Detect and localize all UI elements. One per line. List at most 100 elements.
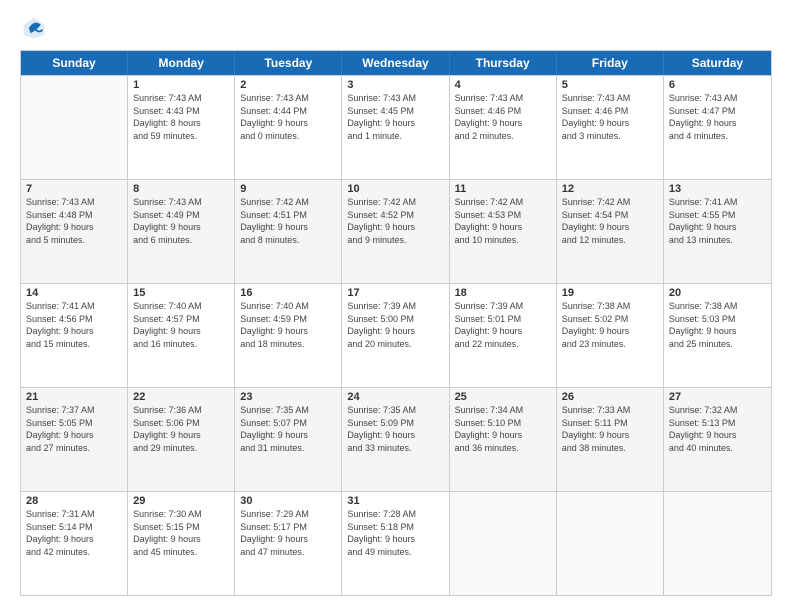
calendar: SundayMondayTuesdayWednesdayThursdayFrid… — [20, 50, 772, 596]
calendar-cell: 5Sunrise: 7:43 AMSunset: 4:46 PMDaylight… — [557, 76, 664, 179]
weekday-header: Friday — [557, 51, 664, 75]
day-info: Sunrise: 7:41 AMSunset: 4:56 PMDaylight:… — [26, 300, 122, 350]
calendar-header: SundayMondayTuesdayWednesdayThursdayFrid… — [21, 51, 771, 75]
day-number: 16 — [240, 287, 336, 299]
day-number: 21 — [26, 391, 122, 403]
calendar-cell: 15Sunrise: 7:40 AMSunset: 4:57 PMDayligh… — [128, 284, 235, 387]
day-info: Sunrise: 7:42 AMSunset: 4:54 PMDaylight:… — [562, 196, 658, 246]
day-number: 23 — [240, 391, 336, 403]
calendar-cell: 3Sunrise: 7:43 AMSunset: 4:45 PMDaylight… — [342, 76, 449, 179]
calendar-cell: 21Sunrise: 7:37 AMSunset: 5:05 PMDayligh… — [21, 388, 128, 491]
day-info: Sunrise: 7:43 AMSunset: 4:46 PMDaylight:… — [562, 92, 658, 142]
day-info: Sunrise: 7:33 AMSunset: 5:11 PMDaylight:… — [562, 404, 658, 454]
day-number: 15 — [133, 287, 229, 299]
day-info: Sunrise: 7:40 AMSunset: 4:57 PMDaylight:… — [133, 300, 229, 350]
day-info: Sunrise: 7:43 AMSunset: 4:45 PMDaylight:… — [347, 92, 443, 142]
calendar-row: 14Sunrise: 7:41 AMSunset: 4:56 PMDayligh… — [21, 283, 771, 387]
calendar-cell: 13Sunrise: 7:41 AMSunset: 4:55 PMDayligh… — [664, 180, 771, 283]
calendar-row: 28Sunrise: 7:31 AMSunset: 5:14 PMDayligh… — [21, 491, 771, 595]
calendar-row: 7Sunrise: 7:43 AMSunset: 4:48 PMDaylight… — [21, 179, 771, 283]
day-number: 24 — [347, 391, 443, 403]
calendar-cell: 22Sunrise: 7:36 AMSunset: 5:06 PMDayligh… — [128, 388, 235, 491]
weekday-header: Monday — [128, 51, 235, 75]
weekday-header: Thursday — [450, 51, 557, 75]
weekday-header: Tuesday — [235, 51, 342, 75]
calendar-cell: 18Sunrise: 7:39 AMSunset: 5:01 PMDayligh… — [450, 284, 557, 387]
day-number: 27 — [669, 391, 766, 403]
day-number: 9 — [240, 183, 336, 195]
day-number: 2 — [240, 79, 336, 91]
calendar-cell: 23Sunrise: 7:35 AMSunset: 5:07 PMDayligh… — [235, 388, 342, 491]
calendar-cell: 12Sunrise: 7:42 AMSunset: 4:54 PMDayligh… — [557, 180, 664, 283]
calendar-row: 21Sunrise: 7:37 AMSunset: 5:05 PMDayligh… — [21, 387, 771, 491]
calendar-cell: 4Sunrise: 7:43 AMSunset: 4:46 PMDaylight… — [450, 76, 557, 179]
calendar-cell: 16Sunrise: 7:40 AMSunset: 4:59 PMDayligh… — [235, 284, 342, 387]
calendar-cell: 28Sunrise: 7:31 AMSunset: 5:14 PMDayligh… — [21, 492, 128, 595]
calendar-cell: 2Sunrise: 7:43 AMSunset: 4:44 PMDaylight… — [235, 76, 342, 179]
day-number: 13 — [669, 183, 766, 195]
day-number: 8 — [133, 183, 229, 195]
calendar-cell-empty — [450, 492, 557, 595]
day-number: 22 — [133, 391, 229, 403]
weekday-header: Wednesday — [342, 51, 449, 75]
day-info: Sunrise: 7:40 AMSunset: 4:59 PMDaylight:… — [240, 300, 336, 350]
day-number: 31 — [347, 495, 443, 507]
day-number: 30 — [240, 495, 336, 507]
day-number: 10 — [347, 183, 443, 195]
calendar-cell: 29Sunrise: 7:30 AMSunset: 5:15 PMDayligh… — [128, 492, 235, 595]
calendar-cell: 25Sunrise: 7:34 AMSunset: 5:10 PMDayligh… — [450, 388, 557, 491]
day-info: Sunrise: 7:29 AMSunset: 5:17 PMDaylight:… — [240, 508, 336, 558]
calendar-cell: 31Sunrise: 7:28 AMSunset: 5:18 PMDayligh… — [342, 492, 449, 595]
calendar-row: 1Sunrise: 7:43 AMSunset: 4:43 PMDaylight… — [21, 75, 771, 179]
day-number: 3 — [347, 79, 443, 91]
day-number: 7 — [26, 183, 122, 195]
calendar-cell: 20Sunrise: 7:38 AMSunset: 5:03 PMDayligh… — [664, 284, 771, 387]
calendar-cell-empty — [21, 76, 128, 179]
day-number: 1 — [133, 79, 229, 91]
calendar-cell: 17Sunrise: 7:39 AMSunset: 5:00 PMDayligh… — [342, 284, 449, 387]
day-info: Sunrise: 7:32 AMSunset: 5:13 PMDaylight:… — [669, 404, 766, 454]
calendar-cell: 10Sunrise: 7:42 AMSunset: 4:52 PMDayligh… — [342, 180, 449, 283]
day-info: Sunrise: 7:34 AMSunset: 5:10 PMDaylight:… — [455, 404, 551, 454]
logo-icon — [22, 16, 46, 40]
day-number: 11 — [455, 183, 551, 195]
header — [20, 16, 772, 40]
day-info: Sunrise: 7:31 AMSunset: 5:14 PMDaylight:… — [26, 508, 122, 558]
day-info: Sunrise: 7:38 AMSunset: 5:03 PMDaylight:… — [669, 300, 766, 350]
day-info: Sunrise: 7:43 AMSunset: 4:47 PMDaylight:… — [669, 92, 766, 142]
day-number: 19 — [562, 287, 658, 299]
page: SundayMondayTuesdayWednesdayThursdayFrid… — [0, 0, 792, 612]
calendar-cell-empty — [557, 492, 664, 595]
calendar-cell: 19Sunrise: 7:38 AMSunset: 5:02 PMDayligh… — [557, 284, 664, 387]
calendar-cell: 9Sunrise: 7:42 AMSunset: 4:51 PMDaylight… — [235, 180, 342, 283]
calendar-cell: 11Sunrise: 7:42 AMSunset: 4:53 PMDayligh… — [450, 180, 557, 283]
day-number: 25 — [455, 391, 551, 403]
day-info: Sunrise: 7:42 AMSunset: 4:53 PMDaylight:… — [455, 196, 551, 246]
day-number: 5 — [562, 79, 658, 91]
day-number: 18 — [455, 287, 551, 299]
calendar-cell: 24Sunrise: 7:35 AMSunset: 5:09 PMDayligh… — [342, 388, 449, 491]
day-number: 4 — [455, 79, 551, 91]
day-info: Sunrise: 7:37 AMSunset: 5:05 PMDaylight:… — [26, 404, 122, 454]
day-number: 14 — [26, 287, 122, 299]
day-number: 26 — [562, 391, 658, 403]
day-info: Sunrise: 7:35 AMSunset: 5:09 PMDaylight:… — [347, 404, 443, 454]
weekday-header: Saturday — [664, 51, 771, 75]
calendar-body: 1Sunrise: 7:43 AMSunset: 4:43 PMDaylight… — [21, 75, 771, 595]
day-info: Sunrise: 7:39 AMSunset: 5:01 PMDaylight:… — [455, 300, 551, 350]
day-info: Sunrise: 7:28 AMSunset: 5:18 PMDaylight:… — [347, 508, 443, 558]
day-number: 29 — [133, 495, 229, 507]
calendar-cell-empty — [664, 492, 771, 595]
day-info: Sunrise: 7:30 AMSunset: 5:15 PMDaylight:… — [133, 508, 229, 558]
logo — [20, 16, 46, 40]
day-info: Sunrise: 7:43 AMSunset: 4:43 PMDaylight:… — [133, 92, 229, 142]
calendar-cell: 27Sunrise: 7:32 AMSunset: 5:13 PMDayligh… — [664, 388, 771, 491]
calendar-cell: 30Sunrise: 7:29 AMSunset: 5:17 PMDayligh… — [235, 492, 342, 595]
day-number: 12 — [562, 183, 658, 195]
day-info: Sunrise: 7:36 AMSunset: 5:06 PMDaylight:… — [133, 404, 229, 454]
day-number: 17 — [347, 287, 443, 299]
day-info: Sunrise: 7:41 AMSunset: 4:55 PMDaylight:… — [669, 196, 766, 246]
calendar-cell: 1Sunrise: 7:43 AMSunset: 4:43 PMDaylight… — [128, 76, 235, 179]
weekday-header: Sunday — [21, 51, 128, 75]
day-info: Sunrise: 7:43 AMSunset: 4:46 PMDaylight:… — [455, 92, 551, 142]
